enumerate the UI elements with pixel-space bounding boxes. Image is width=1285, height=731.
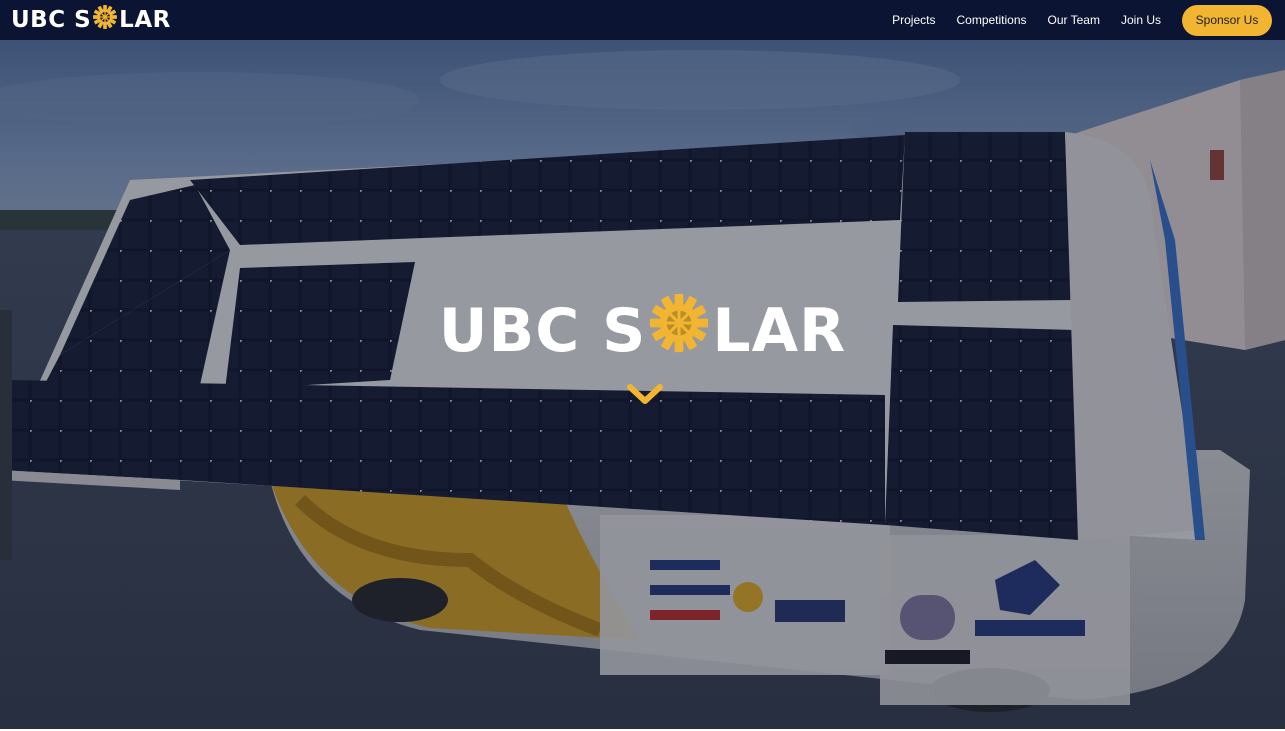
site-logo[interactable]: UBC S LAR bbox=[11, 5, 171, 35]
sponsor-us-button[interactable]: Sponsor Us bbox=[1182, 4, 1272, 36]
nav-links: Projects Competitions Our Team Join Us S… bbox=[892, 0, 1285, 40]
hero-title-start: UBC S bbox=[438, 296, 647, 366]
chevron-down-icon[interactable] bbox=[626, 382, 664, 408]
nav-link-competitions[interactable]: Competitions bbox=[956, 13, 1026, 27]
nav-link-join-us[interactable]: Join Us bbox=[1121, 13, 1161, 27]
hero-title-logo: UBC S LAR bbox=[0, 292, 1285, 370]
hero-title-end: LAR bbox=[712, 296, 847, 366]
nav-link-projects[interactable]: Projects bbox=[892, 13, 935, 27]
logo-text-start: UBC S bbox=[11, 7, 92, 33]
gear-sun-hero-icon bbox=[648, 292, 710, 370]
page: UBC S LAR Projects Competitions Our Team… bbox=[0, 0, 1285, 731]
gear-sun-logo-icon bbox=[92, 4, 118, 36]
logo-text-end: LAR bbox=[119, 7, 171, 33]
navbar: UBC S LAR Projects Competitions Our Team… bbox=[0, 0, 1285, 40]
nav-link-our-team[interactable]: Our Team bbox=[1048, 13, 1100, 27]
hero-section: UBC S LAR bbox=[0, 40, 1285, 729]
